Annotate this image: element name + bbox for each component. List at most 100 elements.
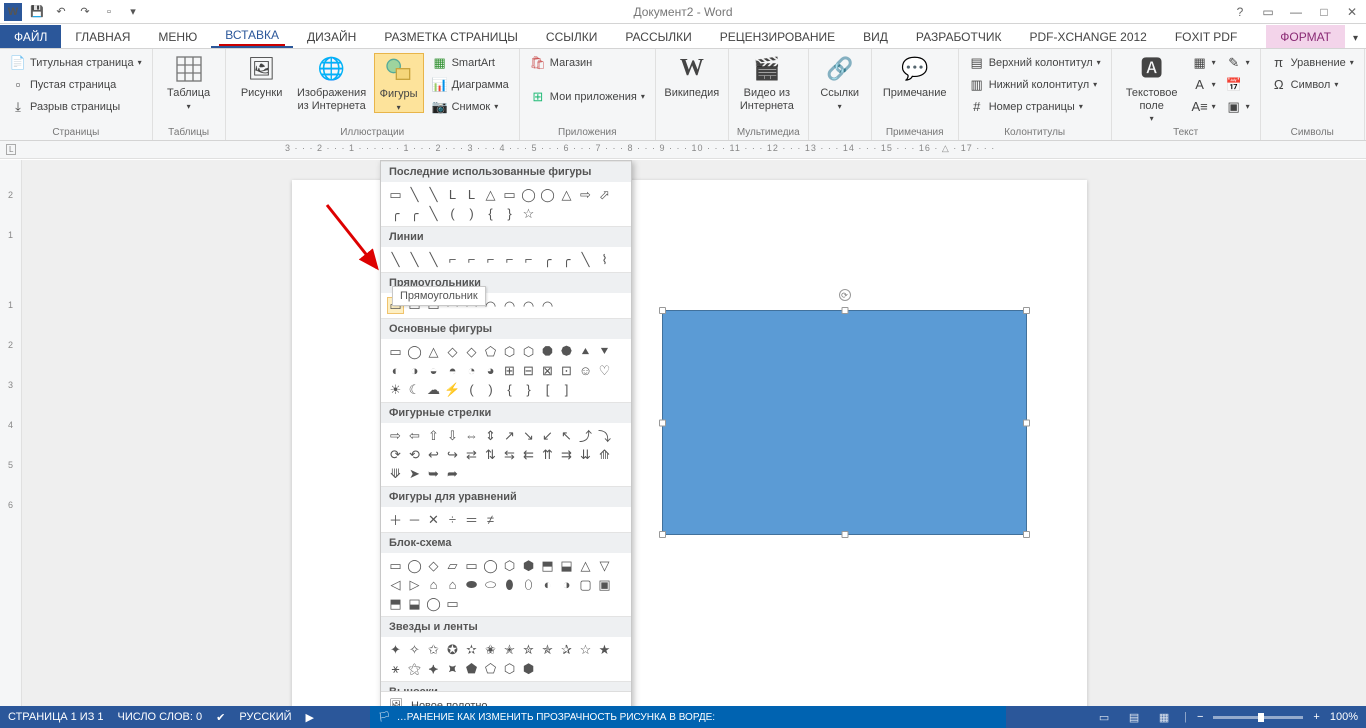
shape-item[interactable]: ⬢: [520, 557, 537, 574]
shape-item[interactable]: ⬠: [482, 660, 499, 677]
shape-item[interactable]: ÷: [444, 511, 461, 528]
view-read-icon[interactable]: ▭: [1094, 709, 1114, 725]
shape-item[interactable]: ⇨: [577, 186, 594, 203]
shape-item[interactable]: ↘: [520, 427, 537, 444]
tab-insert[interactable]: ВСТАВКА: [211, 23, 293, 48]
shape-item[interactable]: ▭: [387, 557, 404, 574]
shape-item[interactable]: ╲: [425, 205, 442, 222]
shape-item[interactable]: ⇆: [501, 446, 518, 463]
resize-handle-n[interactable]: [841, 307, 848, 314]
shape-item[interactable]: ⬠: [482, 343, 499, 360]
shape-item[interactable]: ▱: [444, 557, 461, 574]
shape-item[interactable]: ⯆: [596, 343, 613, 360]
shape-item[interactable]: ⌐: [463, 251, 480, 268]
shape-item[interactable]: ╲: [425, 186, 442, 203]
shape-item[interactable]: ⚹: [387, 660, 404, 677]
shape-item[interactable]: ◓: [444, 362, 461, 379]
tab-selector[interactable]: L: [6, 144, 16, 155]
shape-item[interactable]: ⌇: [596, 251, 613, 268]
shape-item[interactable]: ⬡: [501, 557, 518, 574]
shape-item[interactable]: △: [558, 186, 575, 203]
shape-item[interactable]: ✬: [482, 641, 499, 658]
shape-item[interactable]: ⯍: [444, 660, 461, 677]
inserted-rectangle-shape[interactable]: ⟳: [662, 310, 1027, 535]
shape-item[interactable]: ⬯: [520, 576, 537, 593]
tab-layout[interactable]: РАЗМЕТКА СТРАНИЦЫ: [370, 25, 532, 48]
shape-item[interactable]: ╭: [558, 251, 575, 268]
shape-item[interactable]: ⇇: [520, 446, 537, 463]
links-button[interactable]: 🔗Ссылки▾: [817, 53, 863, 111]
tab-file[interactable]: ФАЙЛ: [0, 25, 61, 48]
tab-menu[interactable]: Меню: [144, 25, 211, 48]
pictures-button[interactable]: 🖼Рисунки: [234, 53, 290, 100]
shape-item[interactable]: ⯄: [558, 343, 575, 360]
tab-format[interactable]: ФОРМАТ: [1266, 25, 1345, 48]
shape-item[interactable]: ◠: [520, 297, 537, 314]
shape-item[interactable]: ⌂: [444, 576, 461, 593]
wordart-button[interactable]: A▾: [1190, 75, 1218, 95]
shape-item[interactable]: ⬡: [520, 343, 537, 360]
shape-item[interactable]: ⟳: [387, 446, 404, 463]
shape-item[interactable]: ◠: [539, 297, 556, 314]
shape-item[interactable]: ✰: [558, 641, 575, 658]
status-proofing-icon[interactable]: ✔: [216, 711, 225, 724]
shape-item[interactable]: ⯌: [425, 660, 442, 677]
shape-item[interactable]: ⤴: [577, 427, 594, 444]
shape-item[interactable]: ╭: [387, 205, 404, 222]
shape-item[interactable]: ≠: [482, 511, 499, 528]
quickparts-button[interactable]: ▦▾: [1190, 53, 1218, 73]
shape-item[interactable]: ╭: [539, 251, 556, 268]
shape-item[interactable]: ⬭: [482, 576, 499, 593]
shape-item[interactable]: (: [463, 381, 480, 398]
shape-item[interactable]: ⌐: [482, 251, 499, 268]
shape-item[interactable]: ⯃: [539, 343, 556, 360]
resize-handle-w[interactable]: [659, 419, 666, 426]
shape-item[interactable]: ✧: [406, 641, 423, 658]
shape-item[interactable]: ]: [558, 381, 575, 398]
comment-button[interactable]: 💬Примечание: [880, 53, 950, 100]
shape-item[interactable]: ⊡: [558, 362, 575, 379]
shape-item[interactable]: ⟲: [406, 446, 423, 463]
shape-item[interactable]: ⬡: [501, 660, 518, 677]
shape-item[interactable]: ⬓: [406, 595, 423, 612]
shape-item[interactable]: ⚡: [444, 381, 461, 398]
cover-page-button[interactable]: 📄Титульная страница ▾: [8, 53, 144, 73]
zoom-level[interactable]: 100%: [1330, 711, 1358, 723]
shape-item[interactable]: ✫: [463, 641, 480, 658]
my-apps-button[interactable]: ⊞Мои приложения ▾: [528, 87, 647, 107]
shape-item[interactable]: ☆: [577, 641, 594, 658]
store-button[interactable]: 🛍Магазин: [528, 53, 647, 73]
resize-handle-ne[interactable]: [1023, 307, 1030, 314]
resize-handle-se[interactable]: [1023, 531, 1030, 538]
new-icon[interactable]: ▫: [100, 3, 118, 21]
shape-item[interactable]: ✯: [539, 641, 556, 658]
shape-item[interactable]: ⬡: [501, 343, 518, 360]
new-canvas-button[interactable]: 🖼 Новое полотно: [381, 691, 631, 706]
shape-item[interactable]: ⬀: [596, 186, 613, 203]
shape-item[interactable]: ◯: [520, 186, 537, 203]
shape-item[interactable]: ◐: [387, 362, 404, 379]
page-number-button[interactable]: #Номер страницы ▾: [967, 97, 1103, 117]
shape-item[interactable]: ⬮: [501, 576, 518, 593]
shape-item[interactable]: ✮: [520, 641, 537, 658]
shape-item[interactable]: ⇔: [463, 427, 480, 444]
shapes-button[interactable]: Фигуры▾: [374, 53, 424, 113]
dropcap-button[interactable]: A≡▾: [1190, 97, 1218, 117]
shape-item[interactable]: ): [482, 381, 499, 398]
resize-handle-s[interactable]: [841, 531, 848, 538]
status-words[interactable]: ЧИСЛО СЛОВ: 0: [118, 711, 203, 723]
shape-item[interactable]: ▭: [444, 595, 461, 612]
shape-item[interactable]: ╲: [406, 251, 423, 268]
shape-item[interactable]: ⇧: [425, 427, 442, 444]
tab-references[interactable]: ССЫЛКИ: [532, 25, 611, 48]
tab-view[interactable]: ВИД: [849, 25, 902, 48]
rotation-handle[interactable]: ⟳: [839, 289, 851, 301]
header-button[interactable]: ▤Верхний колонтитул ▾: [967, 53, 1103, 73]
shape-item[interactable]: ✕: [425, 511, 442, 528]
resize-handle-e[interactable]: [1023, 419, 1030, 426]
signature-button[interactable]: ✎▾: [1224, 53, 1252, 73]
shape-item[interactable]: ⌐: [501, 251, 518, 268]
shape-item[interactable]: ╲: [425, 251, 442, 268]
shape-item[interactable]: ✦: [387, 641, 404, 658]
shape-item[interactable]: ▷: [406, 576, 423, 593]
